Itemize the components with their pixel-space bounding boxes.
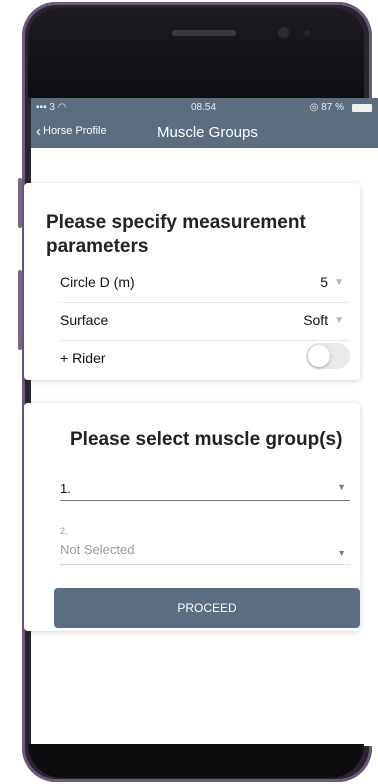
wifi-icon: ◠: [57, 102, 67, 113]
rider-label: + Rider: [60, 350, 106, 366]
phone-side-button-top: [18, 178, 22, 228]
rider-toggle[interactable]: [306, 343, 350, 369]
muscle-card-title: Please select muscle group(s): [70, 429, 343, 450]
phone-sensor: [304, 30, 310, 36]
phone-bottom-bezel: [28, 744, 364, 778]
battery-percentage: ◎ 87 %: [310, 102, 344, 113]
circle-diameter-select[interactable]: 5 ▼: [320, 274, 344, 290]
caret-down-icon: ▼: [334, 314, 344, 326]
phone-speaker: [172, 30, 236, 36]
status-time: 08.54: [191, 102, 217, 113]
rider-row: + Rider: [60, 342, 350, 378]
surface-select[interactable]: Soft ▼: [303, 312, 344, 328]
muscle-group-2-label: 2.: [60, 526, 68, 536]
battery-text: 87 %: [321, 102, 344, 113]
chevron-left-icon: ‹: [36, 122, 41, 140]
surface-row[interactable]: Surface Soft ▼: [60, 304, 350, 341]
surface-value: Soft: [303, 312, 329, 328]
proceed-button[interactable]: PROCEED: [54, 588, 360, 628]
measurement-card-title-line2: parameters: [46, 236, 149, 257]
circle-diameter-label: Circle D (m): [60, 274, 135, 290]
navigation-bar: ‹ Horse Profile Muscle Groups: [31, 118, 378, 148]
caret-down-icon: ▼: [337, 548, 346, 558]
circle-diameter-row[interactable]: Circle D (m) 5 ▼: [60, 266, 350, 303]
toggle-knob: [308, 345, 330, 367]
muscle-group-1-value: 1.: [60, 481, 71, 496]
surface-label: Surface: [60, 312, 109, 328]
muscle-group-2-value: Not Selected: [60, 542, 135, 557]
signal-indicator: ▪▪▪ 3 ◠: [36, 102, 67, 113]
phone-top-bezel: [28, 8, 364, 98]
circle-diameter-value: 5: [320, 274, 329, 290]
caret-down-icon: ▼: [334, 276, 344, 288]
status-bar: ▪▪▪ 3 ◠ 08.54 ◎ 87 %: [31, 98, 378, 118]
page-title: Muscle Groups: [157, 124, 258, 141]
muscle-group-select-1[interactable]: 1. ▼: [60, 472, 350, 501]
battery-icon: [352, 104, 372, 112]
carrier-text: 3: [49, 102, 55, 113]
back-button[interactable]: ‹ Horse Profile: [36, 122, 107, 140]
measurement-card-title-line1: Please specify measurement: [46, 212, 306, 233]
phone-side-button-bottom: [18, 270, 22, 350]
back-label: Horse Profile: [43, 125, 107, 137]
phone-camera: [278, 27, 289, 38]
orientation-lock-icon: ◎: [309, 102, 319, 113]
caret-down-icon: ▼: [337, 482, 346, 492]
muscle-group-select-2[interactable]: Not Selected ▼: [60, 538, 350, 565]
